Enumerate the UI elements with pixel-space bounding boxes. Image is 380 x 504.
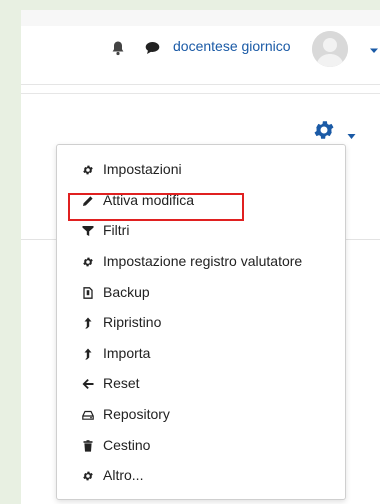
menu-item-label: Attiva modifica [103,191,195,208]
outer-frame-top [0,0,380,10]
menu-item-label: Ripristino [103,314,162,331]
gear-icon [82,163,94,175]
filter-icon [82,224,94,237]
menu-item-label: Cestino [103,436,151,453]
menu-item-label: Reset [103,375,140,392]
file-icon [82,286,94,299]
action-menu: Impostazioni Attiva modifica Filtri Impo… [56,144,346,500]
gear-icon[interactable] [311,118,337,142]
pencil-icon [82,194,94,206]
trash-icon [82,439,94,452]
upload-arrow-icon [82,347,94,360]
menu-item-backup[interactable]: Backup [57,276,345,307]
top-strip [21,10,380,26]
menu-item-filtri[interactable]: Filtri [57,215,345,246]
menu-item-label: Backup [103,283,150,300]
chat-icon[interactable] [145,41,160,55]
menu-item-impostazione-registro[interactable]: Impostazione registro valutatore [57,246,345,277]
menu-item-altro[interactable]: Altro... [57,460,345,491]
outer-frame-left [0,0,21,504]
menu-item-cestino[interactable]: Cestino [57,429,345,460]
menu-item-repository[interactable]: Repository [57,399,345,430]
arrow-left-icon [82,377,94,390]
user-name-link[interactable]: docentese giornico [173,38,291,54]
menu-item-reset[interactable]: Reset [57,368,345,399]
chevron-down-icon[interactable] [369,42,379,53]
menu-item-label: Impostazione registro valutatore [103,253,303,270]
menu-item-label: Impostazioni [103,161,182,178]
menu-list: Impostazioni Attiva modifica Filtri Impo… [57,154,345,491]
navbar: docentese giornico [21,26,380,85]
chevron-down-icon[interactable] [347,127,356,139]
gear-icon [82,469,94,481]
page: docentese giornico Impostazioni Attiva m… [21,10,380,504]
divider [21,93,380,94]
menu-item-label: Repository [103,406,170,423]
gear-icon [82,255,94,267]
menu-item-importa[interactable]: Importa [57,338,345,369]
menu-item-attiva-modifica[interactable]: Attiva modifica [57,185,345,216]
menu-item-ripristino[interactable]: Ripristino [57,307,345,338]
avatar[interactable] [312,31,348,67]
upload-arrow-icon [82,316,94,329]
menu-item-label: Altro... [103,467,144,484]
bell-icon[interactable] [111,40,125,56]
menu-item-impostazioni[interactable]: Impostazioni [57,154,345,185]
menu-item-label: Filtri [103,222,130,239]
menu-item-label: Importa [103,344,151,361]
hard-drive-icon [82,408,94,420]
